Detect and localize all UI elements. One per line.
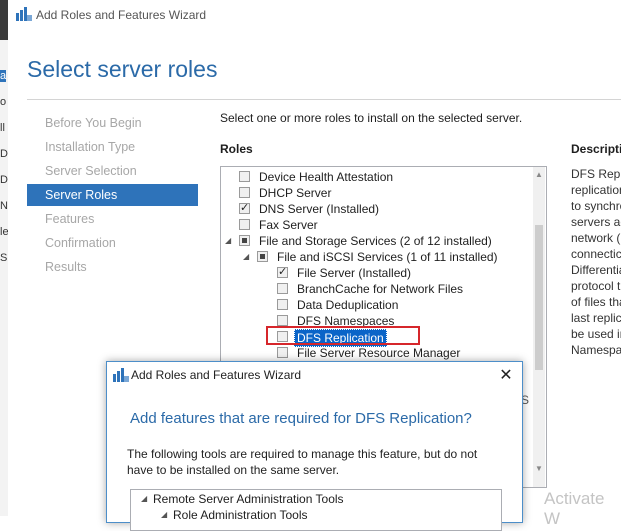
role-label[interactable]: DHCP Server [259, 185, 331, 201]
required-tool-label: Remote Server Administration Tools [153, 492, 344, 506]
background-letter: D [0, 148, 8, 160]
nav-item-features[interactable]: Features [27, 208, 198, 230]
dialog-title: Add Roles and Features Wizard [131, 368, 302, 382]
role-label[interactable]: Device Health Attestation [259, 169, 393, 185]
role-item[interactable]: Device Health Attestation [221, 169, 541, 185]
background-letter: a [0, 70, 7, 82]
server-manager-icon [16, 7, 32, 21]
nav-item-results[interactable]: Results [27, 256, 198, 278]
description-text: DFS Replic replication to synchro servers a… [571, 166, 621, 358]
role-label[interactable]: File and Storage Services (2 of 12 insta… [259, 233, 492, 249]
title-divider [27, 99, 621, 100]
dialog-titlebar: Add Roles and Features Wizard ✕ [107, 362, 522, 388]
role-checkbox[interactable] [277, 264, 288, 280]
role-checkbox[interactable] [239, 187, 250, 198]
description-line: to synchro [571, 199, 621, 213]
server-manager-icon [113, 368, 129, 382]
required-tools-tree[interactable]: ◢ Remote Server Administration Tools ◢ Role… [130, 489, 502, 531]
expand-arrow-icon[interactable]: ◢ [225, 233, 231, 249]
background-window-strip: a o ll D D Nle S [0, 0, 9, 516]
highlight-annotation [266, 326, 420, 345]
role-checkbox[interactable] [239, 171, 250, 182]
roles-scrollbar[interactable]: ▲ ▼ [533, 167, 545, 487]
nav-item-server-selection[interactable]: Server Selection [27, 160, 198, 182]
scroll-up-icon[interactable]: ▲ [535, 170, 543, 179]
activate-windows-watermark: Activate W [544, 489, 605, 528]
role-label[interactable]: File Server (Installed) [297, 265, 411, 281]
background-letter: D [0, 174, 8, 186]
background-letter: N [0, 200, 8, 212]
description-line: network ( [571, 231, 621, 245]
role-checkbox[interactable] [277, 283, 288, 294]
role-label[interactable]: Fax Server [259, 217, 318, 233]
nav-item-installation-type[interactable]: Installation Type [27, 136, 198, 158]
description-line: DFS Replic [571, 167, 621, 181]
role-label[interactable]: File Server Resource Manager [297, 345, 460, 361]
expand-arrow-icon[interactable]: ◢ [141, 491, 147, 507]
role-checkbox[interactable] [239, 200, 250, 216]
role-checkbox[interactable] [239, 235, 250, 246]
role-label[interactable]: Data Deduplication [297, 297, 398, 313]
role-item[interactable]: DNS Server (Installed) [221, 200, 541, 217]
roles-heading: Roles [220, 142, 253, 156]
role-label[interactable]: File and iSCSI Services (1 of 11 install… [277, 249, 498, 265]
scroll-thumb[interactable] [535, 225, 543, 370]
add-features-dialog: Add Roles and Features Wizard ✕ Add feat… [106, 361, 523, 531]
nav-item-before-you-begin[interactable]: Before You Begin [27, 112, 198, 134]
dialog-body-text: The following tools are required to mana… [127, 447, 478, 477]
role-item[interactable]: Fax Server [221, 217, 541, 233]
description-heading: Description [571, 142, 621, 156]
role-item[interactable]: Data Deduplication [221, 297, 541, 313]
role-item[interactable]: BranchCache for Network Files [221, 281, 541, 297]
description-line: last replic [571, 311, 621, 325]
role-checkbox[interactable] [239, 219, 250, 230]
description-line: servers ac [571, 215, 621, 229]
scroll-down-icon[interactable]: ▼ [535, 464, 543, 473]
role-label[interactable]: BranchCache for Network Files [297, 281, 463, 297]
window-titlebar: Add Roles and Features Wizard [8, 0, 621, 30]
role-item[interactable]: File Server Resource Manager [221, 345, 541, 361]
description-line: Namespa [571, 343, 621, 357]
required-tool-label: Role Administration Tools [173, 508, 308, 522]
nav-item-confirmation[interactable]: Confirmation [27, 232, 198, 254]
window-title: Add Roles and Features Wizard [36, 8, 207, 22]
description-line: replication [571, 183, 621, 197]
background-letter: o [0, 96, 7, 108]
expand-arrow-icon[interactable]: ◢ [161, 507, 167, 523]
background-letter: ll [0, 122, 5, 134]
role-label[interactable]: DNS Server (Installed) [259, 201, 379, 217]
dialog-heading: Add features that are required for DFS R… [130, 410, 472, 427]
description-line: connectic [571, 247, 621, 261]
expand-arrow-icon[interactable]: ◢ [243, 249, 249, 265]
page-title: Select server roles [27, 56, 218, 82]
description-line: be used ir [571, 327, 621, 341]
role-checkbox[interactable] [277, 315, 288, 326]
role-item[interactable]: ◢ File and iSCSI Services (1 of 11 instal… [221, 249, 541, 265]
description-line: of files tha [571, 295, 621, 309]
role-item[interactable]: ◢ File and Storage Services (2 of 12 inst… [221, 233, 541, 249]
description-line: protocol t [571, 279, 621, 293]
role-checkbox[interactable] [277, 299, 288, 310]
close-icon[interactable]: ✕ [496, 365, 516, 385]
role-item[interactable]: File Server (Installed) [221, 264, 541, 281]
background-letter: S [0, 252, 8, 264]
background-window-dark-edge [0, 0, 8, 40]
nav-item-server-roles[interactable]: Server Roles [27, 184, 198, 206]
description-line: Differentia [571, 263, 621, 277]
role-checkbox[interactable] [257, 251, 268, 262]
role-item[interactable]: DHCP Server [221, 185, 541, 201]
role-checkbox[interactable] [277, 347, 288, 358]
intro-text: Select one or more roles to install on t… [220, 111, 523, 125]
